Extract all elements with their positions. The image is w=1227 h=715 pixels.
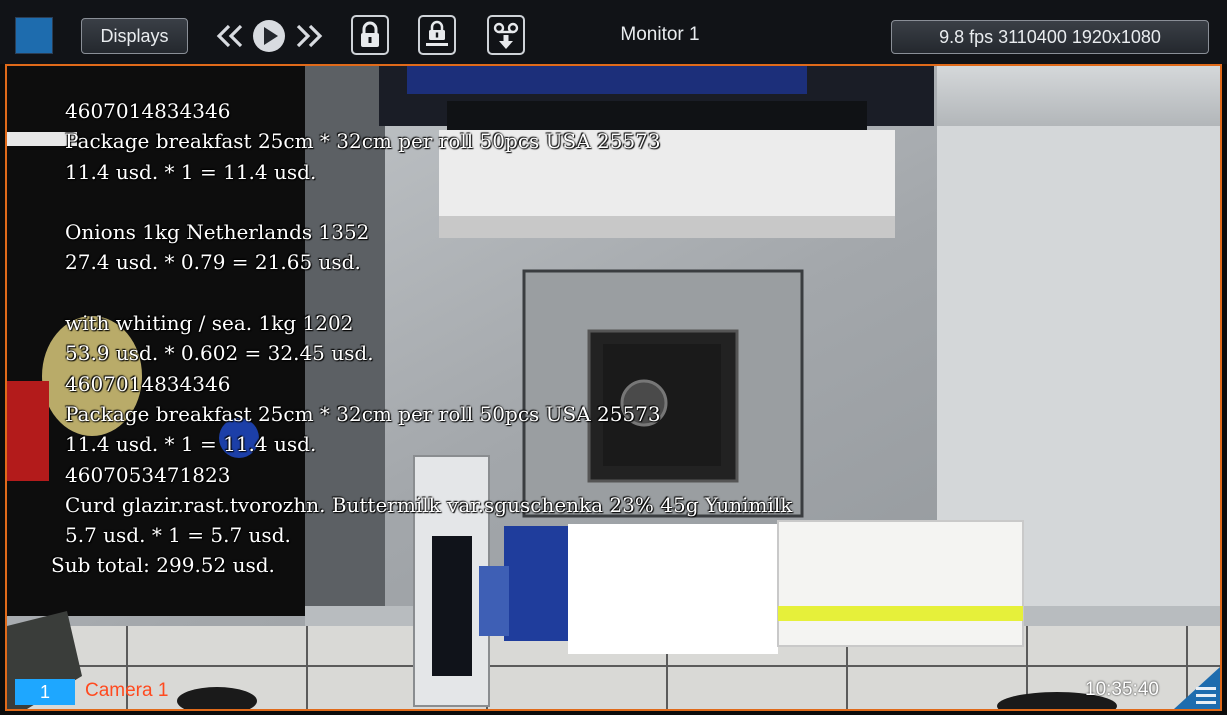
monitor-title: Monitor 1 (620, 24, 700, 45)
receipt-line (65, 278, 792, 308)
archive-button[interactable] (487, 15, 525, 55)
tape-download-icon (493, 22, 519, 49)
receipt-line: Sub total: 299.52 usd. (51, 553, 275, 578)
receipt-line: 11.4 usd. * 1 = 11.4 usd. (65, 432, 317, 457)
fast-forward-icon[interactable] (291, 16, 327, 56)
camera-number-badge[interactable]: 1 (15, 679, 75, 705)
receipt-line: Onions 1kg Netherlands 1352 (65, 220, 370, 245)
receipt-line: 4607014834346 (65, 99, 231, 123)
monitor-toolbar: Displays Monitor 1 9.8 fps 3110400 1920x… (0, 0, 1227, 64)
stream-info-button[interactable]: 9.8 fps 3110400 1920x1080 (891, 20, 1209, 54)
timecode-label: 10:35:40 (1085, 679, 1159, 700)
lock-with-bar-icon (426, 20, 448, 46)
camera-name-label: Camera 1 (85, 680, 169, 701)
play-icon[interactable] (249, 16, 289, 56)
receipt-line: 4607014834346 (65, 371, 231, 396)
lock-button[interactable] (351, 15, 389, 55)
hamburger-menu-icon[interactable] (1174, 667, 1220, 709)
receipt-line: Package breakfast 25cm * 32cm per roll 5… (65, 401, 661, 426)
receipt-line: 4607053471823 (65, 462, 231, 487)
receipt-line: with whiting / sea. 1kg 1202 (65, 311, 354, 336)
receipt-line: 53.9 usd. * 0.602 = 32.45 usd. (65, 341, 374, 366)
receipt-line: 27.4 usd. * 0.79 = 21.65 usd. (65, 250, 361, 275)
receipt-line (65, 187, 792, 217)
lock-icon (361, 21, 379, 47)
lock-bar-button[interactable] (418, 15, 456, 55)
receipt-line: 5.7 usd. * 1 = 5.7 usd. (65, 523, 291, 548)
displays-button[interactable]: Displays (81, 18, 188, 54)
layout-square-icon[interactable] (15, 17, 53, 54)
receipt-line: Package breakfast 25cm * 32cm per roll 5… (65, 129, 661, 154)
rewind-icon[interactable] (212, 16, 248, 56)
camera-video-frame[interactable]: 4607014834346 Package breakfast 25cm * 32… (5, 64, 1222, 711)
receipt-overlay: 4607014834346 Package breakfast 25cm * 32… (51, 96, 793, 581)
receipt-line: Curd glazir.rast.tvorozhn. Buttermilk va… (65, 492, 793, 517)
receipt-line: 11.4 usd. * 1 = 11.4 usd. (65, 159, 317, 184)
